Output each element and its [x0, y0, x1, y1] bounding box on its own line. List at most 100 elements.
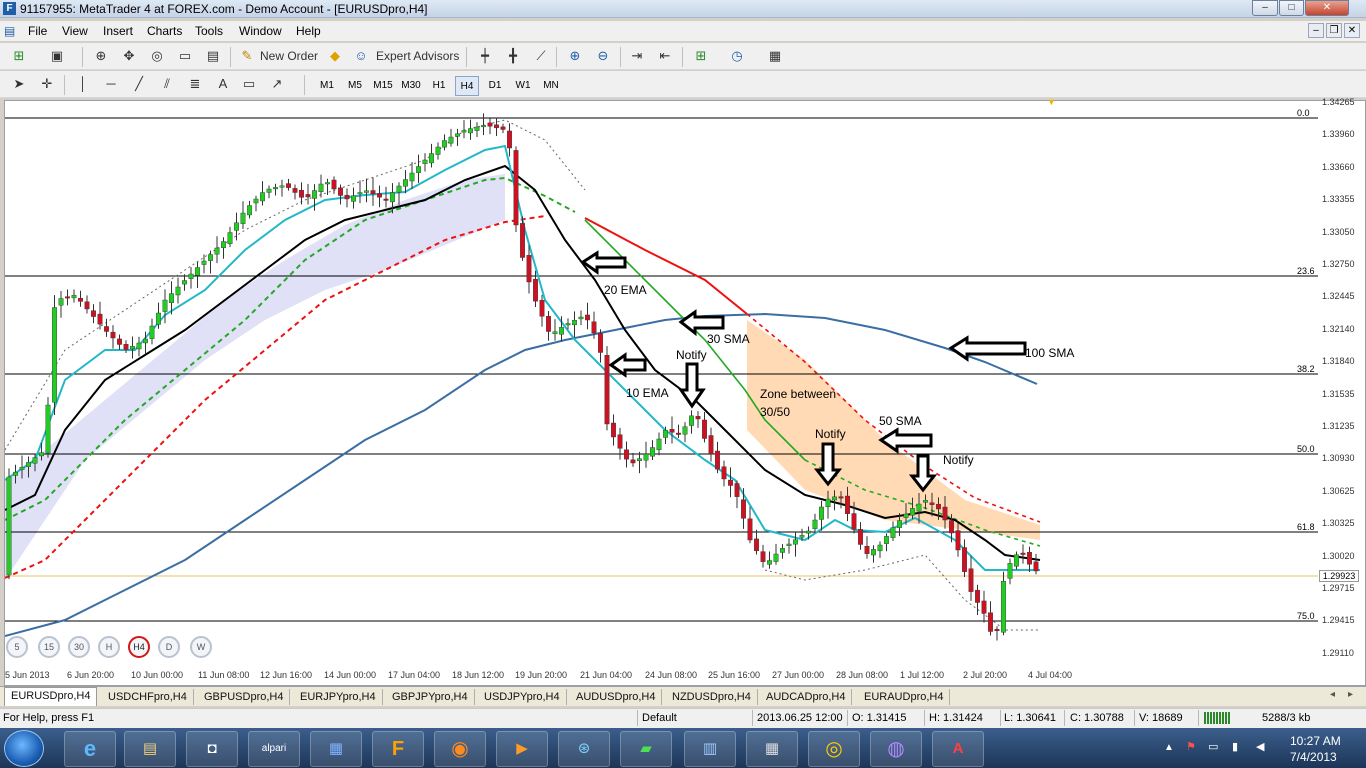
menu-insert[interactable]: Insert	[103, 24, 133, 38]
tab-euraud[interactable]: EURAUDpro,H4	[858, 689, 951, 705]
mdi-minimize-icon[interactable]: –	[1308, 23, 1324, 38]
text-label-icon[interactable]: ▭	[238, 73, 260, 95]
cursor-icon[interactable]: ➤	[8, 73, 30, 95]
navigator-icon[interactable]: ✥	[118, 45, 140, 67]
zoom-in-icon[interactable]: ⊕	[564, 45, 586, 67]
building-app-icon[interactable]: ▥	[684, 731, 736, 767]
acrobat-icon[interactable]: A	[932, 731, 984, 767]
candle-body	[52, 307, 57, 403]
menu-app-icon[interactable]: ▤	[4, 24, 15, 38]
terminal-icon[interactable]: ▭	[174, 45, 196, 67]
line-chart-icon[interactable]: ⟋	[530, 45, 552, 67]
file-explorer-icon[interactable]: ▤	[124, 731, 176, 767]
internet-explorer-icon[interactable]: e	[64, 731, 116, 767]
minimize-button[interactable]: –	[1252, 0, 1278, 16]
menu-charts[interactable]: Charts	[147, 24, 182, 38]
tab-gbpjpy[interactable]: GBPJPYpro,H4	[386, 689, 475, 705]
fibonacci-icon[interactable]: ≣	[184, 73, 206, 95]
tab-gbpusd[interactable]: GBPUSDpro,H4	[198, 689, 291, 705]
timeframe-w1[interactable]: W1	[511, 76, 535, 96]
tab-eurusd[interactable]: EURUSDpro,H4	[4, 687, 98, 706]
calculator-icon[interactable]: ▦	[746, 731, 798, 767]
menu-tools[interactable]: Tools	[195, 24, 223, 38]
tray-flag-icon[interactable]: ⚑	[1186, 740, 1196, 753]
tray-monitor-icon[interactable]: ▭	[1208, 740, 1218, 753]
auto-scroll-icon[interactable]: ⇥	[626, 45, 648, 67]
equidistant-channel-icon[interactable]: ⫽	[156, 73, 178, 95]
expert-advisors-icon[interactable]: ☺	[350, 45, 372, 67]
bar-chart-icon[interactable]: ┿	[474, 45, 496, 67]
mdi-restore-icon[interactable]: ❐	[1326, 23, 1342, 38]
mini-timeframe-30[interactable]: 30	[68, 636, 90, 658]
mini-timeframe-h[interactable]: H	[98, 636, 120, 658]
menu-help[interactable]: Help	[296, 24, 321, 38]
ie-globe-icon[interactable]: ⊛	[558, 731, 610, 767]
media-player-icon[interactable]: ▶	[496, 731, 548, 767]
menu-view[interactable]: View	[62, 24, 88, 38]
trendline-icon[interactable]: ╱	[128, 73, 150, 95]
mdi-close-icon[interactable]: ✕	[1344, 23, 1360, 38]
mini-timeframe-d[interactable]: D	[158, 636, 180, 658]
menu-file[interactable]: File	[28, 24, 47, 38]
tab-scroll-right-icon[interactable]: ▸	[1348, 689, 1353, 700]
timeframe-mn[interactable]: MN	[539, 76, 563, 96]
chart-shift-icon[interactable]: ⇤	[654, 45, 676, 67]
new-order-button[interactable]: New Order	[256, 45, 322, 67]
menu-window[interactable]: Window	[239, 24, 282, 38]
zoom-out-icon[interactable]: ⊖	[592, 45, 614, 67]
metatrader-icon[interactable]: ▰	[620, 731, 672, 767]
mini-timeframe-15[interactable]: 15	[38, 636, 60, 658]
profiles-icon[interactable]: ▣	[46, 45, 68, 67]
expert-advisors-button[interactable]: Expert Advisors	[372, 45, 463, 67]
indicators-icon[interactable]: ⊞	[690, 45, 712, 67]
shift-marker-icon[interactable]: ▼	[1047, 97, 1057, 107]
tab-audcad[interactable]: AUDCADpro,H4	[760, 689, 853, 705]
media-ball-icon[interactable]: ◍	[870, 731, 922, 767]
tray-show-hidden-icon[interactable]: ▲	[1164, 742, 1174, 753]
app-blue-icon[interactable]: ▦	[310, 731, 362, 767]
new-order-icon[interactable]: ✎	[236, 45, 258, 67]
alpari-icon[interactable]: alpari	[248, 731, 300, 767]
tab-nzdusd[interactable]: NZDUSDpro,H4	[666, 689, 758, 705]
start-button[interactable]	[4, 730, 44, 767]
maximize-button[interactable]: □	[1279, 0, 1304, 16]
timeframe-d1[interactable]: D1	[483, 76, 507, 96]
mini-timeframe-h4[interactable]: H4	[128, 636, 150, 658]
price-chart[interactable]	[5, 100, 1318, 668]
market-watch-icon[interactable]: ⊕	[90, 45, 112, 67]
data-window-icon[interactable]: ◎	[146, 45, 168, 67]
chrome-icon[interactable]: ◎	[808, 731, 860, 767]
close-button[interactable]: ✕	[1305, 0, 1349, 16]
timeframe-h4[interactable]: H4	[455, 76, 479, 96]
candlestick-icon[interactable]: ╋	[502, 45, 524, 67]
forex-com-icon[interactable]: F	[372, 731, 424, 767]
timeframe-m1[interactable]: M1	[315, 76, 339, 96]
horizontal-line-icon[interactable]: ─	[100, 73, 122, 95]
warning-icon[interactable]: ◆	[324, 45, 346, 67]
tab-usdchf[interactable]: USDCHFpro,H4	[102, 689, 194, 705]
vertical-line-icon[interactable]: │	[72, 73, 94, 95]
tray-date[interactable]: 7/4/2013	[1290, 750, 1337, 764]
trading-app-icon[interactable]: ◘	[186, 731, 238, 767]
mini-timeframe-5[interactable]: 5	[6, 636, 28, 658]
timeframe-h1[interactable]: H1	[427, 76, 451, 96]
periods-icon[interactable]: ◷	[726, 45, 748, 67]
tab-usdjpy[interactable]: USDJPYpro,H4	[478, 689, 567, 705]
crosshair-icon[interactable]: ✛	[36, 73, 58, 95]
mini-timeframe-w[interactable]: W	[190, 636, 212, 658]
tray-volume-icon[interactable]: ◀	[1256, 740, 1264, 753]
firefox-icon[interactable]: ◉	[434, 731, 486, 767]
tray-network-icon[interactable]: ▮	[1232, 740, 1238, 753]
tab-scroll-left-icon[interactable]: ◂	[1330, 689, 1335, 700]
timeframe-m5[interactable]: M5	[343, 76, 367, 96]
new-chart-icon[interactable]: ⊞	[8, 45, 30, 67]
tab-audusd[interactable]: AUDUSDpro,H4	[570, 689, 663, 705]
text-tool-icon[interactable]: A	[212, 73, 234, 95]
tab-eurjpy[interactable]: EURJPYpro,H4	[294, 689, 383, 705]
templates-icon[interactable]: ▦	[764, 45, 786, 67]
strategy-tester-icon[interactable]: ▤	[202, 45, 224, 67]
arrows-icon[interactable]: ↗	[266, 73, 288, 95]
tray-time[interactable]: 10:27 AM	[1290, 734, 1341, 748]
timeframe-m30[interactable]: M30	[399, 76, 423, 96]
timeframe-m15[interactable]: M15	[371, 76, 395, 96]
